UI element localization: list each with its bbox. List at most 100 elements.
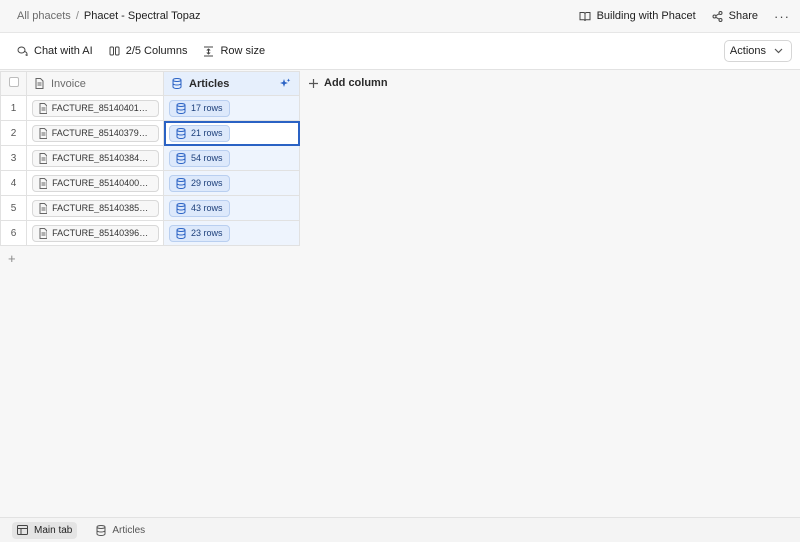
database-icon	[96, 524, 106, 536]
articles-rows-chip[interactable]: 17 rows	[169, 99, 230, 117]
invoice-file-chip[interactable]: FACTURE_85140384_A3...	[32, 149, 159, 167]
select-all-cell[interactable]	[0, 71, 27, 96]
row-size-button[interactable]: Row size	[203, 45, 265, 57]
breadcrumb: All phacets / Phacet - Spectral Topaz	[17, 10, 200, 22]
articles-rows-chip[interactable]: 54 rows	[169, 149, 230, 167]
articles-cell[interactable]: 23 rows	[163, 220, 300, 246]
invoice-file-chip[interactable]: FACTURE_85140401_A3B...	[32, 99, 159, 117]
breadcrumb-current[interactable]: Phacet - Spectral Topaz	[84, 10, 201, 22]
invoice-file-chip[interactable]: FACTURE_85140396_A3...	[32, 224, 159, 242]
database-icon	[172, 78, 182, 89]
articles-rows-count: 23 rows	[191, 228, 223, 238]
invoice-file-name: FACTURE_85140379_A3B...	[51, 128, 152, 138]
database-icon	[176, 177, 186, 189]
articles-cell[interactable]: 21 rows	[163, 120, 300, 146]
articles-rows-chip[interactable]: 21 rows	[169, 124, 230, 142]
row-number[interactable]: 3	[0, 145, 27, 171]
invoice-file-name: FACTURE_85140401_A3B...	[51, 103, 152, 113]
invoice-file-chip[interactable]: FACTURE_85140385_A3...	[32, 199, 159, 217]
database-icon	[176, 152, 186, 164]
invoice-cell[interactable]: FACTURE_85140385_A3...	[26, 195, 164, 221]
articles-rows-chip[interactable]: 43 rows	[169, 199, 230, 217]
row-number[interactable]: 6	[0, 220, 27, 246]
invoice-cell[interactable]: FACTURE_85140401_A3B...	[26, 95, 164, 121]
invoice-cell[interactable]: FACTURE_85140379_A3B...	[26, 120, 164, 146]
column-header-articles[interactable]: Articles	[163, 71, 300, 96]
row-number-label: 3	[10, 152, 17, 164]
row-number-label: 1	[10, 102, 17, 114]
chat-with-ai-label: Chat with AI	[34, 45, 93, 57]
tab-articles-label: Articles	[112, 524, 146, 536]
row-number-label: 4	[10, 177, 17, 189]
share-label: Share	[728, 10, 758, 22]
row-number[interactable]: 1	[0, 95, 27, 121]
select-all-checkbox[interactable]	[8, 77, 19, 87]
table-row[interactable]: 2 FACTURE_85140379_A3B... 21 rows	[0, 120, 300, 146]
chat-with-ai-button[interactable]: Chat with AI	[17, 45, 93, 57]
articles-rows-count: 29 rows	[191, 178, 223, 188]
row-number[interactable]: 2	[0, 120, 27, 146]
tab-main[interactable]: Main tab	[12, 521, 78, 539]
row-number[interactable]: 5	[0, 195, 27, 221]
building-with-phacet-link[interactable]: Building with Phacet	[579, 10, 696, 22]
articles-cell[interactable]: 29 rows	[163, 170, 300, 196]
plus-icon	[309, 78, 318, 88]
row-number-label: 5	[10, 202, 17, 214]
actions-label: Actions	[729, 45, 766, 57]
tab-articles[interactable]: Articles	[91, 522, 150, 539]
data-table: Invoice Articles 1 FACTURE_85140401_A 17…	[0, 71, 300, 246]
file-icon	[39, 102, 47, 114]
articles-rows-chip[interactable]: 29 rows	[169, 174, 230, 192]
table-row[interactable]: 3 FACTURE_85140384_A3... 54 rows	[0, 145, 300, 171]
invoice-cell[interactable]: FACTURE_85140400_A3...	[26, 170, 164, 196]
articles-rows-count: 17 rows	[191, 103, 223, 113]
header-row: Invoice Articles	[0, 71, 300, 96]
invoice-file-chip[interactable]: FACTURE_85140400_A3...	[32, 174, 159, 192]
articles-cell[interactable]: 17 rows	[163, 95, 300, 121]
building-with-phacet-label: Building with Phacet	[596, 10, 696, 22]
table-row[interactable]: 6 FACTURE_85140396_A3... 23 rows	[0, 220, 300, 246]
actions-dropdown[interactable]: Actions	[723, 40, 792, 62]
database-icon	[176, 102, 186, 114]
table-row[interactable]: 5 FACTURE_85140385_A3... 43 rows	[0, 195, 300, 221]
share-button[interactable]: Share	[712, 10, 758, 22]
invoice-file-chip[interactable]: FACTURE_85140379_A3B...	[32, 124, 159, 142]
articles-rows-count: 43 rows	[191, 203, 223, 213]
columns-button[interactable]: 2/5 Columns	[109, 45, 187, 57]
more-options-icon[interactable]: ···	[774, 9, 790, 24]
file-icon	[39, 152, 48, 164]
articles-rows-count: 21 rows	[191, 128, 223, 138]
chat-bubble-icon	[17, 46, 28, 56]
articles-cell[interactable]: 54 rows	[163, 145, 300, 171]
invoice-cell[interactable]: FACTURE_85140396_A3...	[26, 220, 164, 246]
tab-main-label: Main tab	[34, 524, 73, 536]
columns-icon	[109, 46, 120, 56]
articles-cell[interactable]: 43 rows	[163, 195, 300, 221]
table-icon	[17, 525, 28, 535]
table-row[interactable]: 4 FACTURE_85140400_A3... 29 rows	[0, 170, 300, 196]
articles-rows-count: 54 rows	[191, 153, 223, 163]
file-icon	[39, 177, 48, 189]
add-column-button[interactable]: Add column	[309, 76, 388, 90]
column-header-invoice-label: Invoice	[51, 77, 86, 90]
book-icon	[579, 11, 591, 22]
ai-sparkle-icon[interactable]	[280, 78, 291, 89]
data-grid: Invoice Articles 1 FACTURE_85140401_A 17…	[0, 71, 800, 516]
bottom-tabs-bar: Main tab Articles	[0, 517, 800, 542]
share-icon	[712, 10, 723, 22]
invoice-cell[interactable]: FACTURE_85140384_A3...	[26, 145, 164, 171]
file-icon	[39, 202, 48, 214]
articles-rows-chip[interactable]: 23 rows	[169, 224, 230, 242]
row-number-label: 6	[10, 227, 17, 239]
row-number-label: 2	[10, 127, 17, 139]
invoice-file-name: FACTURE_85140396_A3...	[52, 228, 152, 238]
file-icon	[35, 78, 44, 89]
invoice-file-name: FACTURE_85140384_A3...	[52, 153, 152, 163]
table-row[interactable]: 1 FACTURE_85140401_A3B... 17 rows	[0, 95, 300, 121]
row-number[interactable]: 4	[0, 170, 27, 196]
row-size-icon	[203, 46, 214, 57]
breadcrumb-root[interactable]: All phacets	[17, 10, 71, 22]
database-icon	[176, 227, 186, 239]
column-header-invoice[interactable]: Invoice	[26, 71, 164, 96]
add-row-button[interactable]: +	[8, 251, 16, 266]
